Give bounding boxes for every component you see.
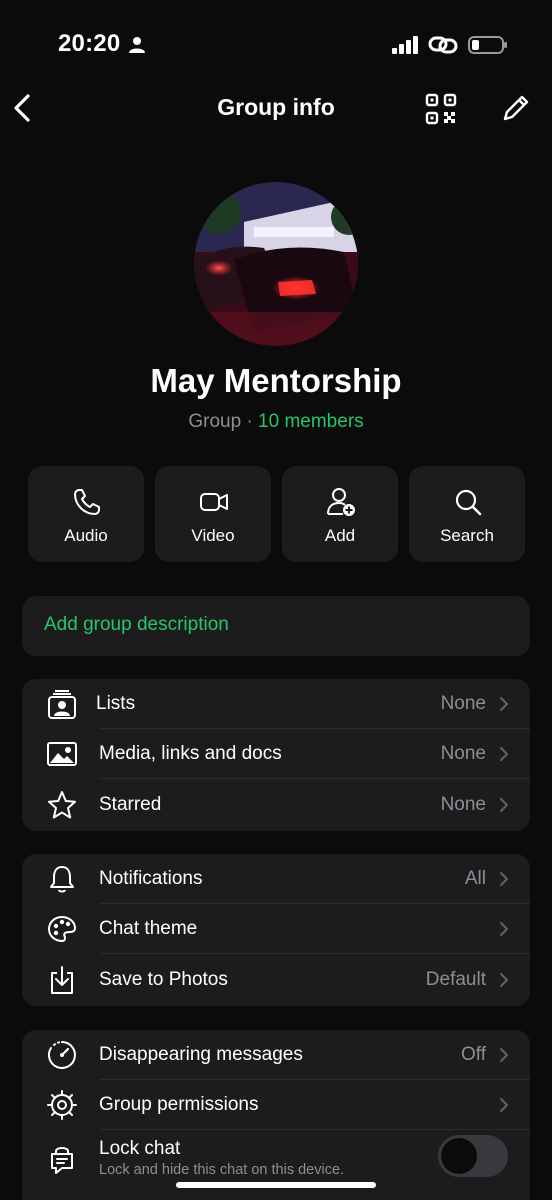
chevron-right-icon	[500, 697, 508, 711]
lists-row[interactable]: Lists None	[22, 679, 530, 729]
members-count-link[interactable]: 10 members	[258, 411, 364, 432]
add-label: Add	[324, 526, 356, 545]
chevron-right-icon	[500, 1048, 508, 1062]
palette-icon	[48, 916, 76, 942]
home-indicator[interactable]	[176, 1182, 376, 1188]
download-icon	[51, 966, 73, 994]
phone-icon	[74, 489, 100, 515]
group-avatar[interactable]	[194, 182, 358, 346]
lock-chat-label: Lock chat	[99, 1138, 181, 1159]
permissions-label: Group permissions	[99, 1094, 259, 1115]
video-icon	[200, 493, 228, 511]
chat-theme-row[interactable]: Chat theme	[22, 904, 530, 954]
person-icon	[129, 37, 145, 53]
starred-row[interactable]: Starred None	[22, 780, 530, 830]
lists-label: Lists	[96, 693, 136, 714]
search-button[interactable]: Search	[409, 466, 525, 562]
lists-value: None	[440, 693, 486, 714]
audio-label: Audio	[64, 526, 108, 545]
add-description-button[interactable]: Add group description	[22, 596, 530, 656]
media-section: Lists None Media, links and docs None St…	[22, 679, 530, 831]
video-call-button[interactable]: Video	[155, 466, 271, 562]
settings-section: Notifications All Chat theme Save to Pho…	[22, 854, 530, 1006]
save-to-photos-row[interactable]: Save to Photos Default	[22, 955, 530, 1005]
qr-code-icon	[425, 93, 457, 125]
chevron-right-icon	[500, 973, 508, 987]
image-icon	[47, 742, 77, 766]
nav-bar: Group info	[0, 80, 552, 136]
link-icon	[428, 36, 458, 54]
action-buttons: Audio Video Add Search	[28, 466, 525, 562]
notifications-label: Notifications	[99, 868, 203, 889]
signal-icon	[392, 36, 418, 54]
group-type: Group	[188, 411, 242, 432]
qr-code-button[interactable]	[424, 92, 458, 126]
disappearing-label: Disappearing messages	[99, 1044, 303, 1065]
search-label: Search	[440, 526, 494, 545]
disappearing-value: Off	[461, 1044, 486, 1065]
starred-label: Starred	[99, 794, 162, 815]
edit-button[interactable]	[498, 92, 532, 126]
media-links-docs-row[interactable]: Media, links and docs None	[22, 729, 530, 779]
bell-icon	[50, 866, 74, 893]
description-placeholder: Add group description	[44, 614, 229, 635]
notifications-value: All	[464, 868, 486, 889]
group-photo	[194, 182, 358, 346]
chevron-right-icon	[500, 922, 508, 936]
toggle-knob	[441, 1138, 477, 1174]
save-photos-label: Save to Photos	[99, 969, 228, 990]
media-label: Media, links and docs	[99, 743, 282, 764]
add-member-button[interactable]: Add	[282, 466, 398, 562]
chevron-right-icon	[500, 1098, 508, 1112]
audio-call-button[interactable]: Audio	[28, 466, 144, 562]
media-value: None	[440, 743, 486, 764]
status-time: 20:20	[58, 30, 121, 57]
group-subtitle: Group · 10 members	[0, 411, 552, 433]
battery-icon	[468, 36, 507, 54]
video-label: Video	[191, 526, 235, 545]
divider	[99, 953, 530, 954]
lock-chat-icon	[51, 1147, 73, 1174]
group-permissions-row[interactable]: Group permissions	[22, 1080, 530, 1130]
chevron-right-icon	[500, 872, 508, 886]
lock-chat-sublabel: Lock and hide this chat on this device.	[99, 1162, 345, 1178]
lock-chat-toggle[interactable]	[438, 1135, 508, 1177]
search-icon	[455, 489, 482, 516]
chevron-right-icon	[500, 747, 508, 761]
add-person-icon	[327, 488, 355, 516]
divider	[99, 1129, 530, 1130]
status-bar: 20:20	[0, 0, 552, 80]
privacy-section: Disappearing messages Off Group permissi…	[22, 1030, 530, 1200]
separator: ·	[246, 411, 253, 432]
star-icon	[48, 791, 76, 819]
lists-icon	[48, 690, 76, 719]
page-title: Group info	[217, 94, 335, 120]
chevron-right-icon	[500, 798, 508, 812]
gear-icon	[47, 1090, 77, 1120]
notifications-row[interactable]: Notifications All	[22, 854, 530, 904]
timer-icon	[48, 1041, 76, 1069]
group-name: May Mentorship	[150, 362, 402, 399]
starred-value: None	[440, 794, 486, 815]
pencil-icon	[503, 95, 529, 121]
divider	[99, 778, 530, 779]
chat-theme-label: Chat theme	[99, 918, 198, 939]
lock-chat-row: Lock chat Lock and hide this chat on thi…	[22, 1131, 530, 1181]
save-photos-value: Default	[425, 969, 486, 990]
disappearing-messages-row[interactable]: Disappearing messages Off	[22, 1030, 530, 1080]
